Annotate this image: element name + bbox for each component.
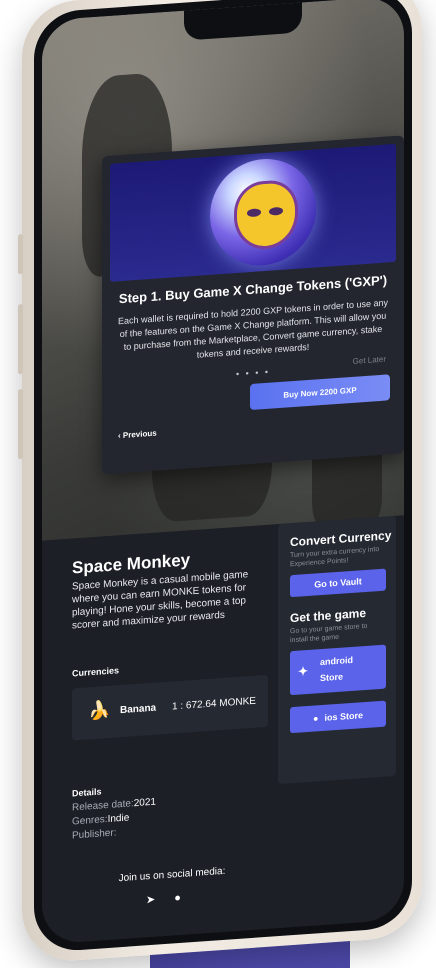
mascot-eye: [247, 208, 261, 218]
details-heading: Details: [72, 786, 102, 799]
go-to-vault-button[interactable]: Go to Vault: [290, 568, 386, 598]
onboarding-modal: Step 1. Buy Game X Change Tokens ('GXP')…: [102, 135, 404, 475]
monkey-mascot-icon: [234, 178, 298, 252]
modal-description: Each wallet is required to hold 2200 GXP…: [118, 297, 388, 360]
social-icons: ➤ ●: [146, 890, 197, 907]
publisher: Publisher:: [72, 827, 117, 842]
phone-screen: Step 1. Buy Game X Change Tokens ('GXP')…: [42, 0, 404, 945]
banana-icon: 🍌: [88, 699, 111, 722]
buy-now-button[interactable]: Buy Now 2200 GXP: [250, 374, 390, 411]
genres: Genres:Indie: [72, 812, 130, 828]
game-info-section: Space Monkey Space Monkey is a casual mo…: [42, 515, 404, 945]
previous-button[interactable]: ‹ Previous: [118, 429, 157, 441]
ios-label: ios Store: [324, 710, 363, 723]
phone-volume-up: [18, 303, 23, 375]
android-icon: ✦: [298, 663, 309, 679]
chevron-left-icon: ‹: [118, 431, 121, 441]
phone-bezel: Step 1. Buy Game X Change Tokens ('GXP')…: [34, 0, 412, 954]
side-panel: Convert Currency Turn your extra currenc…: [278, 515, 396, 785]
telegram-icon[interactable]: ➤: [146, 894, 155, 907]
token-orb-image: [210, 155, 316, 269]
modal-banner: [110, 143, 396, 282]
apple-icon: ●: [313, 713, 319, 724]
currencies-heading: Currencies: [72, 665, 120, 679]
genres-value: Indie: [107, 812, 130, 826]
social-label: Join us on social media:: [118, 865, 226, 885]
mascot-eye: [269, 206, 283, 216]
android-store-button[interactable]: ✦ android Store: [290, 644, 386, 696]
phone-frame: Step 1. Buy Game X Change Tokens ('GXP')…: [18, 0, 422, 964]
phone-side-button: [18, 233, 23, 275]
previous-label: Previous: [122, 428, 157, 440]
release-date: Release date:2021: [72, 796, 156, 814]
android-label-2: Store: [320, 671, 344, 684]
android-label-1: android: [320, 654, 353, 668]
release-date-value: 2021: [133, 796, 156, 810]
currency-card: 🍌 Banana 1 : 672.64 MONKE: [72, 674, 268, 741]
ios-store-button[interactable]: ● ios Store: [290, 700, 386, 734]
discord-icon[interactable]: ●: [174, 892, 181, 904]
currency-rate: 1 : 672.64 MONKE: [172, 695, 256, 713]
currency-name: Banana: [120, 702, 157, 717]
phone-volume-down: [18, 388, 23, 460]
